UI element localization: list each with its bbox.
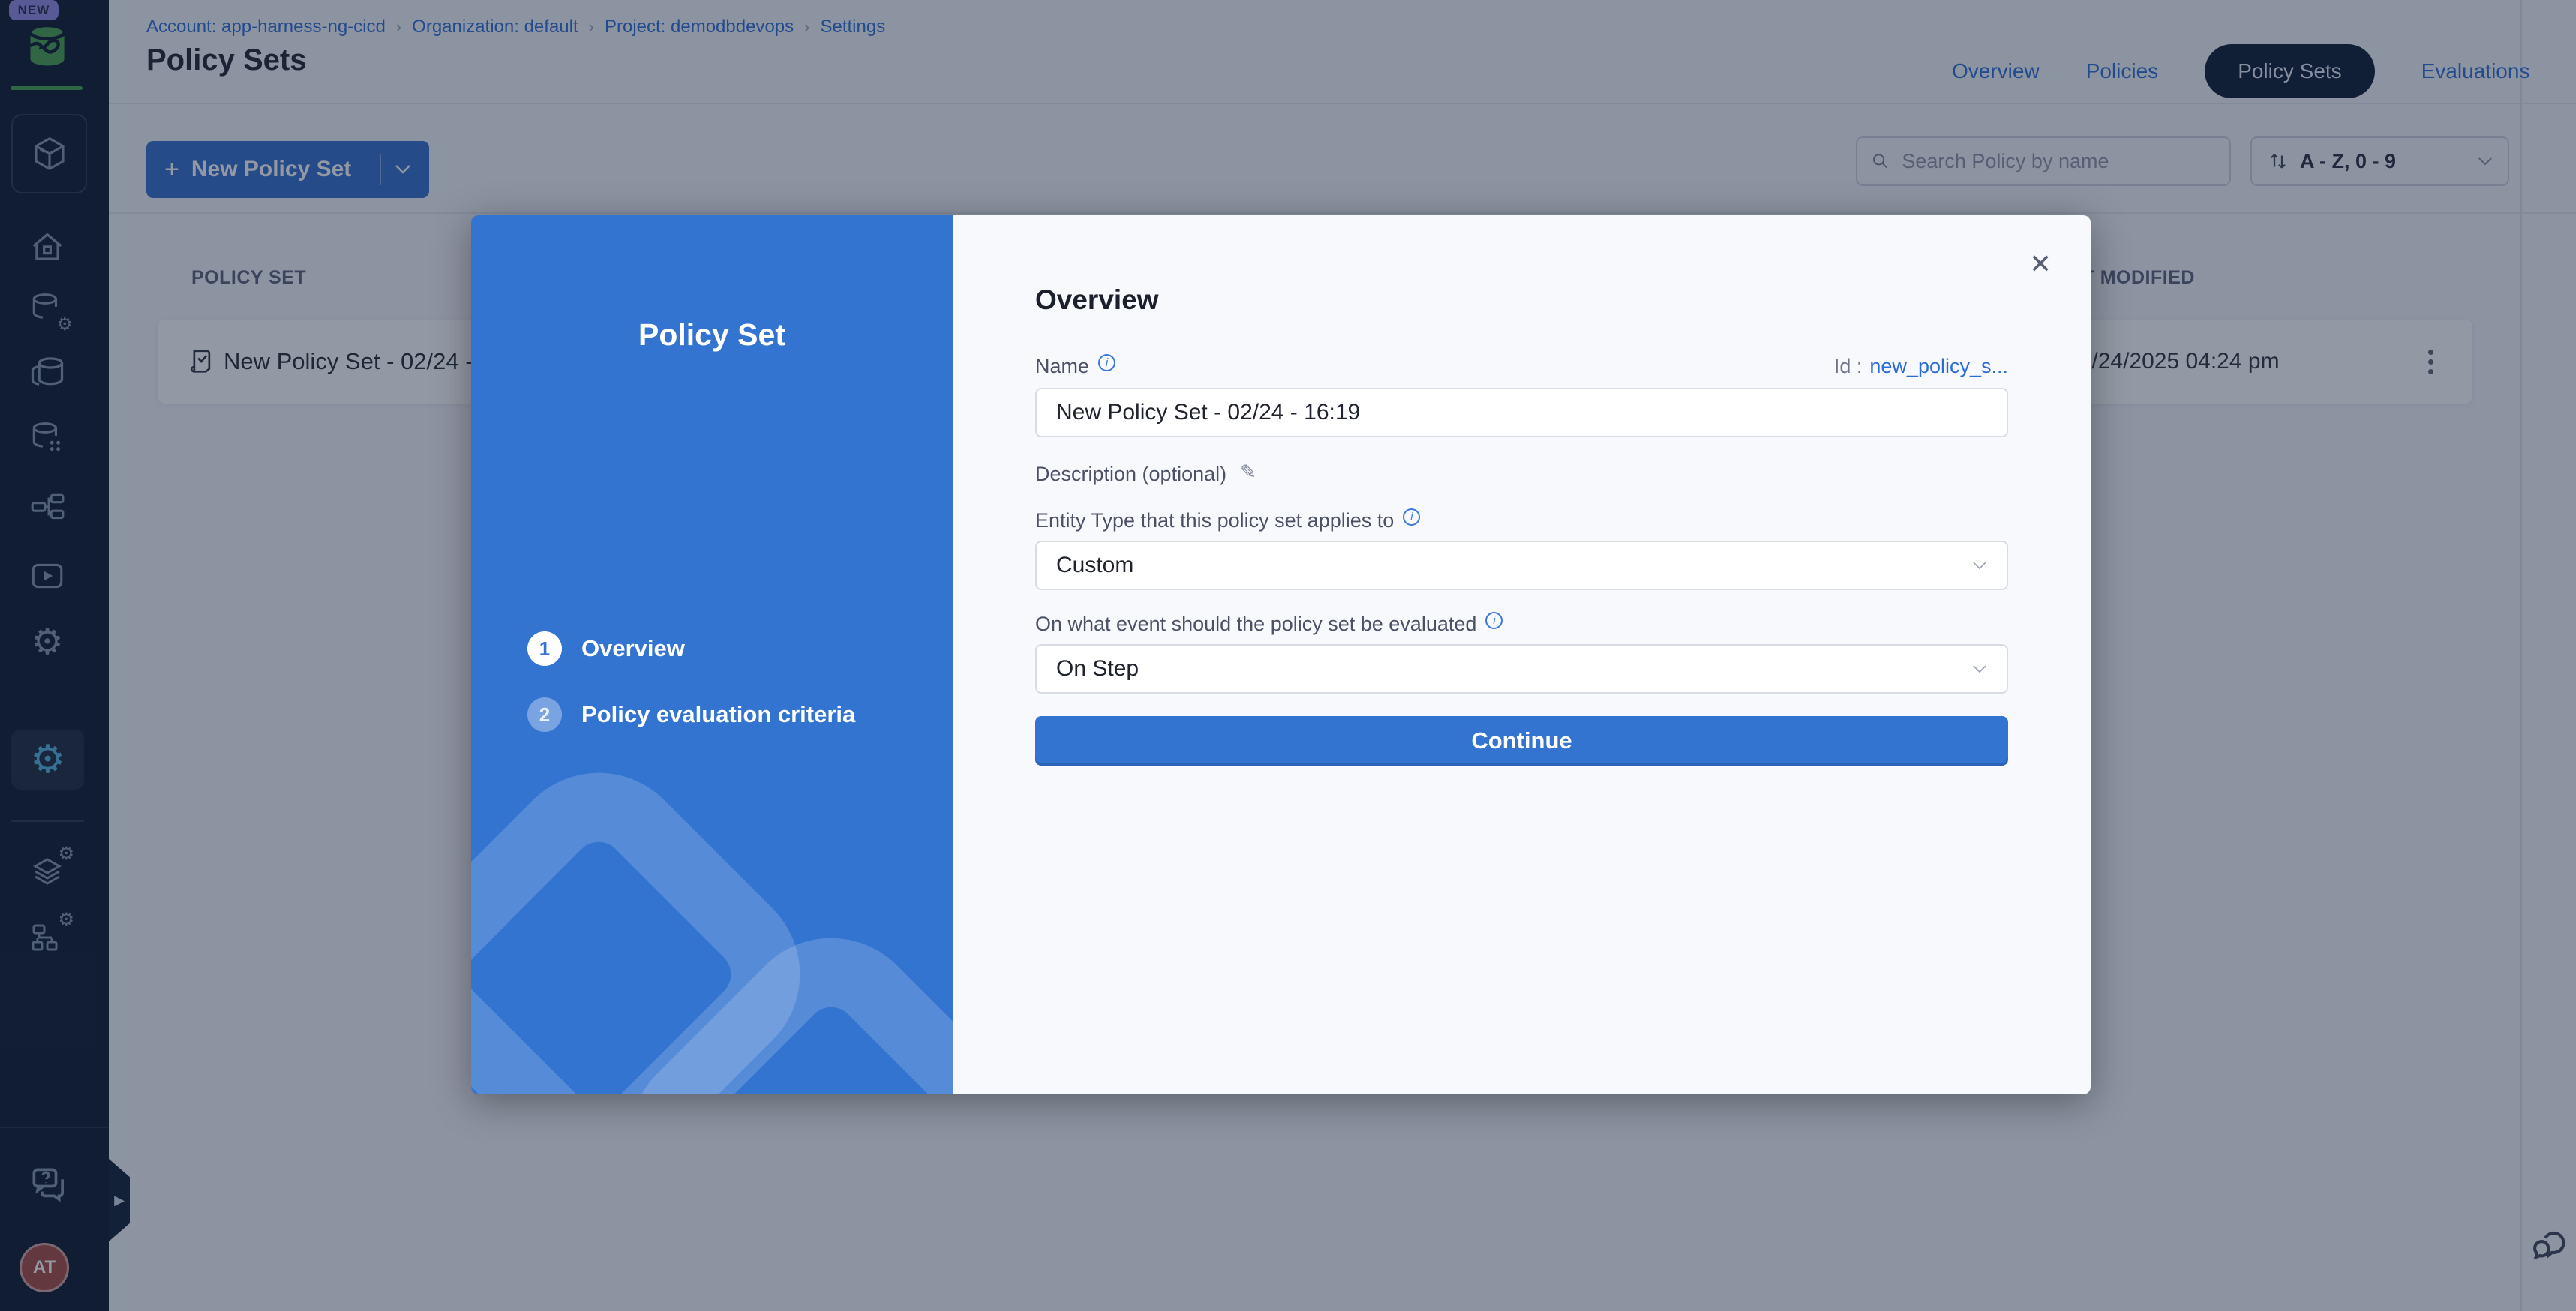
event-label-row: On what event should the policy set be e… bbox=[1035, 613, 1503, 636]
form-heading: Overview bbox=[1035, 284, 1159, 316]
harness-watermark bbox=[471, 614, 953, 1094]
entity-type-value: Custom bbox=[1056, 553, 1133, 578]
name-label: Name bbox=[1035, 355, 1089, 378]
name-label-row: Name i bbox=[1035, 355, 1115, 378]
info-icon[interactable]: i bbox=[1098, 354, 1115, 371]
id-link[interactable]: new_policy_s... bbox=[1869, 355, 2008, 378]
close-icon[interactable]: ✕ bbox=[2029, 251, 2052, 278]
info-icon[interactable]: i bbox=[1403, 508, 1420, 526]
id-prefix: Id : bbox=[1834, 355, 1863, 378]
chevron-down-icon bbox=[1972, 561, 1987, 571]
entity-type-label: Entity Type that this policy set applies… bbox=[1035, 509, 1394, 532]
entity-type-label-row: Entity Type that this policy set applies… bbox=[1035, 509, 1420, 532]
wizard-form-panel: ✕ Overview Name i Id : new_policy_s... D… bbox=[953, 215, 2091, 1094]
event-label: On what event should the policy set be e… bbox=[1035, 613, 1476, 636]
entity-type-select[interactable]: Custom bbox=[1035, 541, 2008, 590]
name-input[interactable] bbox=[1035, 388, 2008, 437]
wizard-title: Policy Set bbox=[471, 317, 953, 352]
wizard-panel: Policy Set 1 Overview 2 Policy evaluatio… bbox=[471, 215, 953, 1094]
continue-button[interactable]: Continue bbox=[1035, 716, 2008, 766]
info-icon[interactable]: i bbox=[1485, 612, 1503, 629]
event-value: On Step bbox=[1056, 656, 1139, 682]
policy-set-wizard-modal: Policy Set 1 Overview 2 Policy evaluatio… bbox=[471, 215, 2091, 1094]
entity-id-row: Id : new_policy_s... bbox=[1834, 355, 2008, 378]
app-root: NEW bbox=[0, 0, 2576, 1311]
description-label: Description (optional) bbox=[1035, 463, 1226, 486]
edit-pencil-icon[interactable]: ✎ bbox=[1240, 461, 1256, 484]
chevron-down-icon bbox=[1972, 664, 1987, 674]
description-label-row: Description (optional) ✎ bbox=[1035, 463, 1256, 486]
event-select[interactable]: On Step bbox=[1035, 644, 2008, 694]
